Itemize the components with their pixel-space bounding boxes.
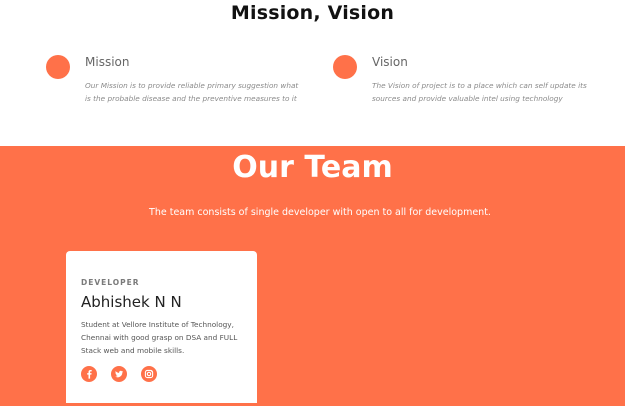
facebook-icon[interactable] [81,366,97,382]
mission-circle-icon [46,55,70,79]
mission-text: Our Mission is to provide reliable prima… [85,81,299,103]
team-section: Our Team The team consists of single dev… [0,146,625,406]
team-subtitle: The team consists of single developer wi… [149,207,491,218]
twitter-icon[interactable] [111,366,127,382]
mission-vision-section: Mission, Vision Mission Our Mission is t… [0,0,625,146]
mission-vision-title: Mission, Vision [230,2,395,24]
instagram-icon[interactable] [141,366,157,382]
member-role: DEVELOPER [81,278,140,287]
member-name: Abhishek N N [81,293,182,311]
member-bio: Student at Vellore Institute of Technolo… [81,320,238,355]
team-member-card: DEVELOPER Abhishek N N Student at Vellor… [66,251,257,403]
vision-heading: Vision [372,55,408,69]
vision-text: The Vision of project is to a place whic… [372,81,587,103]
page: Mission, Vision Mission Our Mission is t… [0,0,625,406]
team-title: Our Team [232,150,393,185]
vision-circle-icon [333,55,357,79]
mission-heading: Mission [85,55,130,69]
